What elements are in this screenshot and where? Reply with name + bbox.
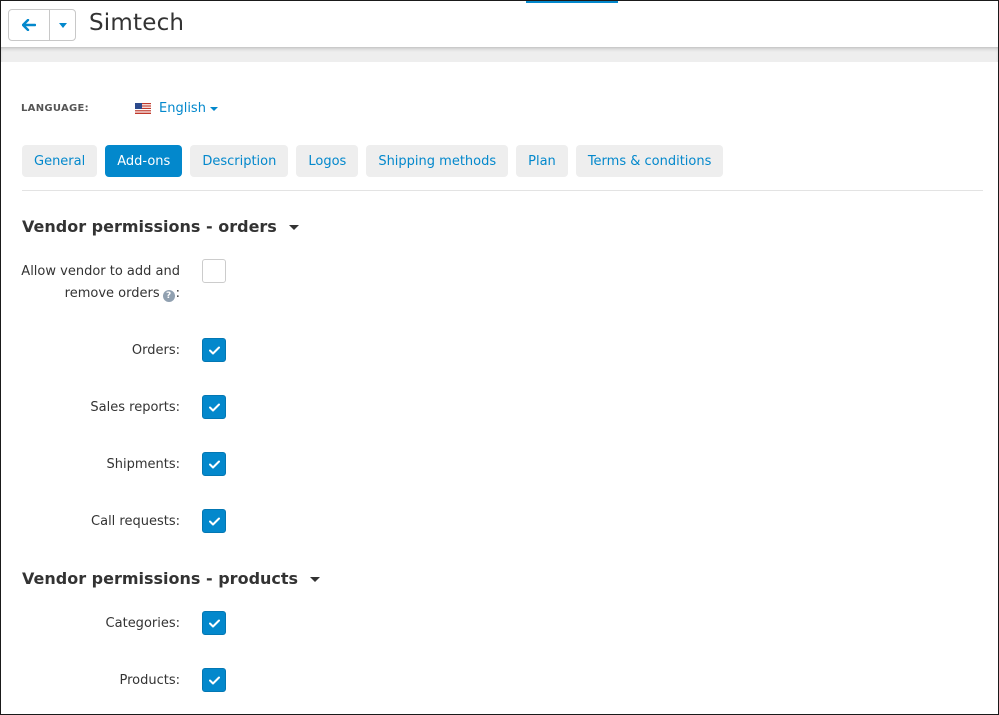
tab-plan[interactable]: Plan <box>516 145 568 177</box>
checkmark-icon <box>208 517 220 525</box>
tab-add-ons[interactable]: Add-ons <box>105 145 183 177</box>
language-label: LANGUAGE: <box>21 103 89 114</box>
tabs-divider <box>22 190 983 191</box>
checkbox-shipments[interactable] <box>202 452 226 476</box>
back-button[interactable] <box>9 10 50 40</box>
checkbox-products[interactable] <box>202 668 226 692</box>
checkbox-sales-reports[interactable] <box>202 395 226 419</box>
tab-bar: General Add-ons Description Logos Shippi… <box>22 145 724 177</box>
field-label-products: Products: <box>119 673 180 688</box>
checkbox-add-remove-orders[interactable] <box>202 259 226 283</box>
field-label-sales-reports: Sales reports: <box>90 400 180 415</box>
section-title-orders: Vendor permissions - orders <box>22 217 277 236</box>
checkbox-categories[interactable] <box>202 611 226 635</box>
top-accent-line <box>526 1 618 3</box>
caret-down-icon <box>310 577 321 582</box>
language-value: English <box>159 101 206 116</box>
language-selector[interactable]: English <box>135 101 218 116</box>
arrow-left-icon <box>22 19 36 31</box>
label-line: remove orders?: <box>10 283 180 305</box>
checkbox-orders[interactable] <box>202 338 226 362</box>
checkmark-icon <box>208 676 220 684</box>
checkmark-icon <box>208 460 220 468</box>
section-toggle-orders[interactable]: Vendor permissions - orders <box>22 217 299 236</box>
page-title: Simtech <box>89 10 185 36</box>
field-label-orders: Orders: <box>131 343 180 358</box>
navigation-button-group <box>8 9 76 41</box>
checkmark-icon <box>208 346 220 354</box>
checkmark-icon <box>208 619 220 627</box>
caret-down-icon <box>209 107 218 111</box>
caret-down-icon <box>288 225 299 230</box>
checkbox-call-requests[interactable] <box>202 509 226 533</box>
tab-shipping-methods[interactable]: Shipping methods <box>366 145 509 177</box>
us-flag-icon <box>135 103 151 114</box>
page-frame: Simtech LANGUAGE: English General Add-on… <box>0 0 999 715</box>
caret-down-icon <box>58 22 67 28</box>
label-line: Allow vendor to add and <box>21 264 180 279</box>
tab-logos[interactable]: Logos <box>296 145 359 177</box>
history-dropdown-button[interactable] <box>50 10 75 40</box>
field-label-add-remove-orders: Allow vendor to add and remove orders?: <box>10 261 180 305</box>
tab-general[interactable]: General <box>22 145 98 177</box>
label-suffix: : <box>175 286 180 301</box>
section-toggle-products[interactable]: Vendor permissions - products <box>22 569 321 588</box>
checkmark-icon <box>208 403 220 411</box>
tab-terms-conditions[interactable]: Terms & conditions <box>575 145 724 177</box>
field-label-categories: Categories: <box>105 616 180 631</box>
label-text: remove orders <box>64 286 160 301</box>
field-label-call-requests: Call requests: <box>91 514 180 529</box>
tab-description[interactable]: Description <box>190 145 289 177</box>
question-circle-icon[interactable]: ? <box>162 290 175 302</box>
header-divider-band <box>1 47 998 62</box>
top-bar: Simtech <box>1 1 998 47</box>
field-label-shipments: Shipments: <box>106 457 180 472</box>
section-title-products: Vendor permissions - products <box>22 569 299 588</box>
